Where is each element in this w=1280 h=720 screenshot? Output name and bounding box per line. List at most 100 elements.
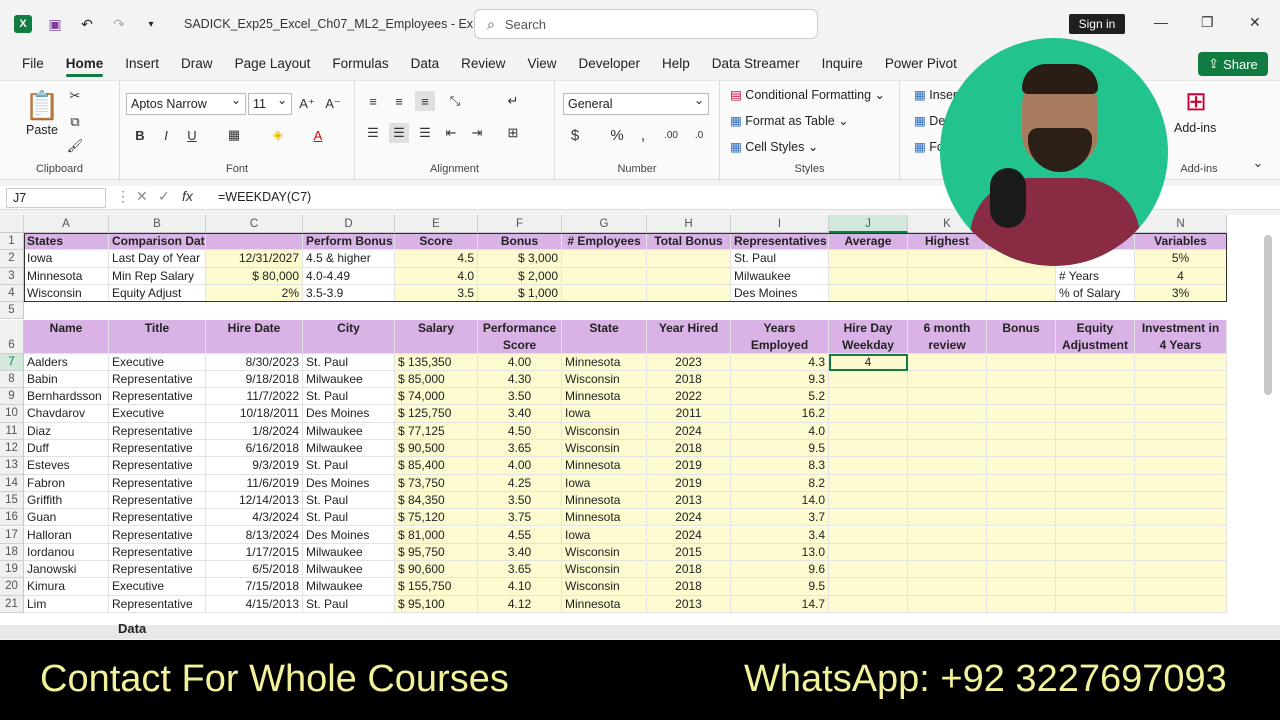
- cell-n16[interactable]: [1135, 509, 1227, 527]
- cell-styles-button[interactable]: ▦ Cell Styles ⌄: [730, 139, 818, 154]
- format-as-table-button[interactable]: ▦ Format as Table ⌄: [730, 113, 849, 128]
- cell-l8[interactable]: [987, 370, 1056, 389]
- worksheet-grid[interactable]: ABCDEFGHIJKLMN12345678910111213141516171…: [0, 215, 1280, 625]
- row-header[interactable]: 15: [0, 491, 24, 510]
- cell-c6[interactable]: Hire Date: [206, 319, 303, 354]
- cell-h20[interactable]: 2018: [647, 578, 731, 596]
- cell-n12[interactable]: [1135, 440, 1227, 458]
- cell-e9[interactable]: $ 74,000: [395, 388, 478, 406]
- cell-b9[interactable]: Representative: [109, 388, 206, 406]
- undo-icon[interactable]: ↶: [78, 15, 96, 33]
- tab-view[interactable]: View: [527, 56, 556, 71]
- cell-m8[interactable]: [1056, 370, 1135, 389]
- row-header[interactable]: 17: [0, 526, 24, 544]
- cell-i16[interactable]: 3.7: [731, 509, 829, 527]
- cell-k18[interactable]: [908, 543, 987, 562]
- cell-k12[interactable]: [908, 440, 987, 458]
- cell-d16[interactable]: St. Paul: [303, 509, 395, 527]
- copy-icon[interactable]: ⧉: [66, 113, 84, 131]
- row-header[interactable]: 11: [0, 422, 24, 440]
- cell-k7[interactable]: [908, 353, 987, 371]
- cell-f14[interactable]: 4.25: [478, 474, 562, 492]
- percent-icon[interactable]: %: [607, 125, 627, 145]
- cell-j3[interactable]: [829, 267, 908, 285]
- tab-power-pivot[interactable]: Power Pivot: [885, 56, 957, 71]
- cell-j4[interactable]: [829, 284, 908, 303]
- cell-k20[interactable]: [908, 578, 987, 596]
- cell-g1[interactable]: # Employees: [562, 233, 647, 251]
- cell-i2[interactable]: St. Paul: [731, 250, 829, 268]
- sheet-tab-data[interactable]: Data: [118, 621, 146, 636]
- cell-l10[interactable]: [987, 405, 1056, 423]
- cell-g10[interactable]: Iowa: [562, 405, 647, 423]
- cell-b16[interactable]: Representative: [109, 509, 206, 527]
- cell-h13[interactable]: 2019: [647, 457, 731, 475]
- cell-a15[interactable]: Griffith: [24, 491, 109, 510]
- cell-j18[interactable]: [829, 543, 908, 562]
- cell-n19[interactable]: [1135, 561, 1227, 579]
- cell-g11[interactable]: Wisconsin: [562, 422, 647, 440]
- search-box[interactable]: ⌕ Search: [474, 9, 818, 39]
- more-options-icon[interactable]: ⋮: [116, 188, 130, 205]
- cell-a12[interactable]: Duff: [24, 440, 109, 458]
- cell-d9[interactable]: St. Paul: [303, 388, 395, 406]
- cell-l11[interactable]: [987, 422, 1056, 440]
- cell-g4[interactable]: [562, 284, 647, 303]
- cell-k11[interactable]: [908, 422, 987, 440]
- cell-d1[interactable]: Perform Bonus: [303, 233, 395, 251]
- decrease-indent-icon[interactable]: ⇤: [441, 123, 461, 143]
- cell-i3[interactable]: Milwaukee: [731, 267, 829, 285]
- cell-j12[interactable]: [829, 440, 908, 458]
- row-header[interactable]: 7: [0, 353, 24, 371]
- tab-draw[interactable]: Draw: [181, 56, 213, 71]
- column-header-j[interactable]: J: [829, 215, 908, 233]
- insert-cells-button[interactable]: ▦ Inser: [914, 87, 957, 102]
- cell-c3[interactable]: $ 80,000: [206, 267, 303, 285]
- cell-b3[interactable]: Min Rep Salary: [109, 267, 206, 285]
- cell-a2[interactable]: Iowa: [24, 250, 109, 268]
- insert-function-icon[interactable]: fx: [182, 188, 193, 204]
- cell-j10[interactable]: [829, 405, 908, 423]
- cell-a8[interactable]: Babin: [24, 370, 109, 389]
- cell-a17[interactable]: Halloran: [24, 526, 109, 544]
- cell-h21[interactable]: 2013: [647, 595, 731, 613]
- cell-n15[interactable]: [1135, 491, 1227, 510]
- cell-j9[interactable]: [829, 388, 908, 406]
- cell-g12[interactable]: Wisconsin: [562, 440, 647, 458]
- align-right-icon[interactable]: ☰: [415, 123, 435, 143]
- cell-c1[interactable]: [206, 233, 303, 251]
- font-color-icon[interactable]: A: [308, 125, 328, 145]
- cell-d19[interactable]: Milwaukee: [303, 561, 395, 579]
- underline-button[interactable]: U: [182, 125, 202, 145]
- cell-f11[interactable]: 4.50: [478, 422, 562, 440]
- cell-m15[interactable]: [1056, 491, 1135, 510]
- cell-n8[interactable]: [1135, 370, 1227, 389]
- cell-f13[interactable]: 4.00: [478, 457, 562, 475]
- cell-n4[interactable]: 3%: [1135, 284, 1227, 303]
- cell-g2[interactable]: [562, 250, 647, 268]
- cell-n21[interactable]: [1135, 595, 1227, 613]
- cell-c10[interactable]: 10/18/2011: [206, 405, 303, 423]
- row-header[interactable]: 3: [0, 267, 24, 285]
- cell-l20[interactable]: [987, 578, 1056, 596]
- cell-d21[interactable]: St. Paul: [303, 595, 395, 613]
- cell-g21[interactable]: Minnesota: [562, 595, 647, 613]
- cell-c2[interactable]: 12/31/2027: [206, 250, 303, 268]
- cell-j13[interactable]: [829, 457, 908, 475]
- increase-indent-icon[interactable]: ⇥: [467, 123, 487, 143]
- cell-l17[interactable]: [987, 526, 1056, 544]
- row-header[interactable]: 5: [0, 302, 24, 320]
- cell-d18[interactable]: Milwaukee: [303, 543, 395, 562]
- cell-m4[interactable]: % of Salary: [1056, 284, 1135, 303]
- cell-d6[interactable]: City: [303, 319, 395, 354]
- cell-e6[interactable]: Salary: [395, 319, 478, 354]
- cell-n18[interactable]: [1135, 543, 1227, 562]
- cell-h1[interactable]: Total Bonus: [647, 233, 731, 251]
- cell-h15[interactable]: 2013: [647, 491, 731, 510]
- cell-a19[interactable]: Janowski: [24, 561, 109, 579]
- delete-cells-button[interactable]: ▦ De: [914, 113, 945, 128]
- cell-k15[interactable]: [908, 491, 987, 510]
- cell-e21[interactable]: $ 95,100: [395, 595, 478, 613]
- name-box[interactable]: J7: [6, 188, 106, 208]
- cell-m13[interactable]: [1056, 457, 1135, 475]
